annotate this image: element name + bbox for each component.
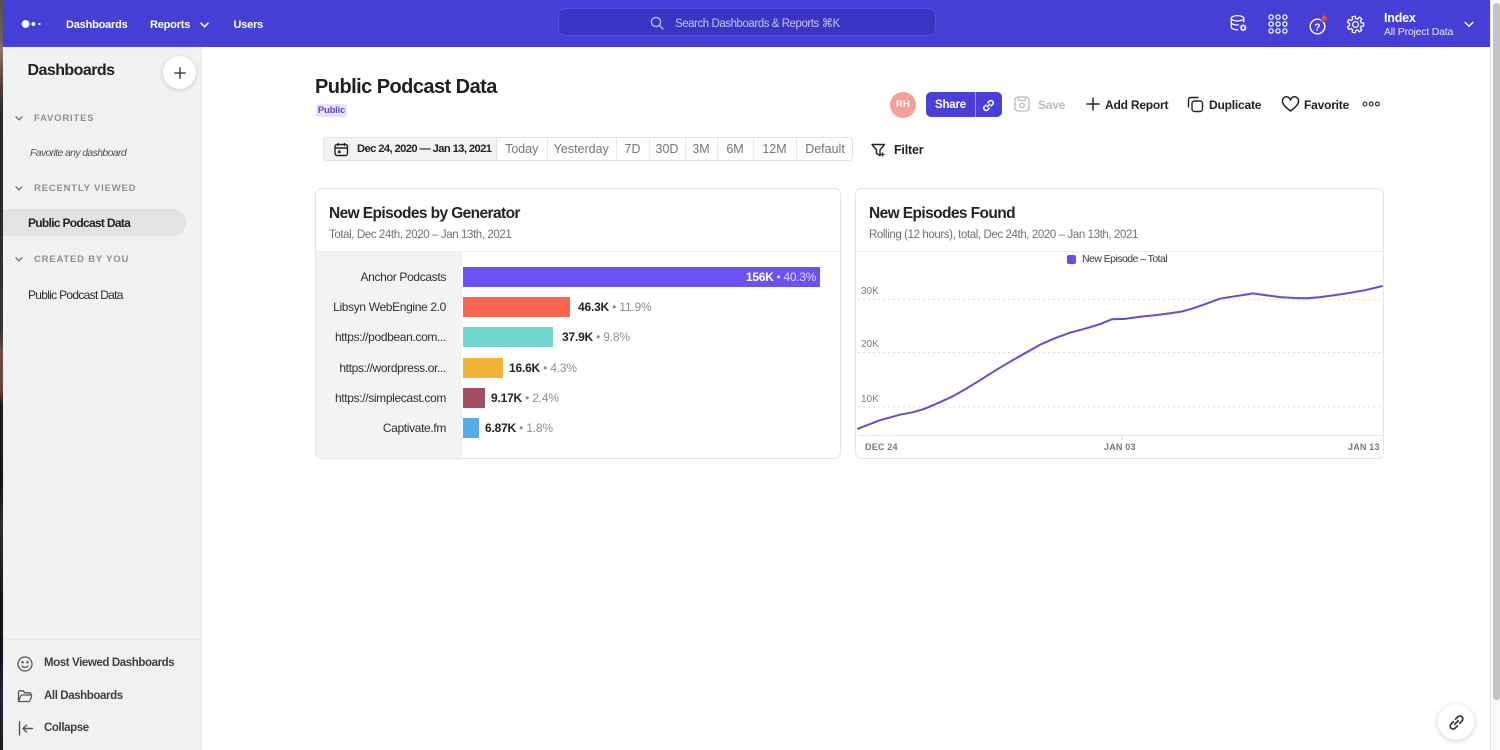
svg-text:?: ? — [1314, 21, 1320, 33]
